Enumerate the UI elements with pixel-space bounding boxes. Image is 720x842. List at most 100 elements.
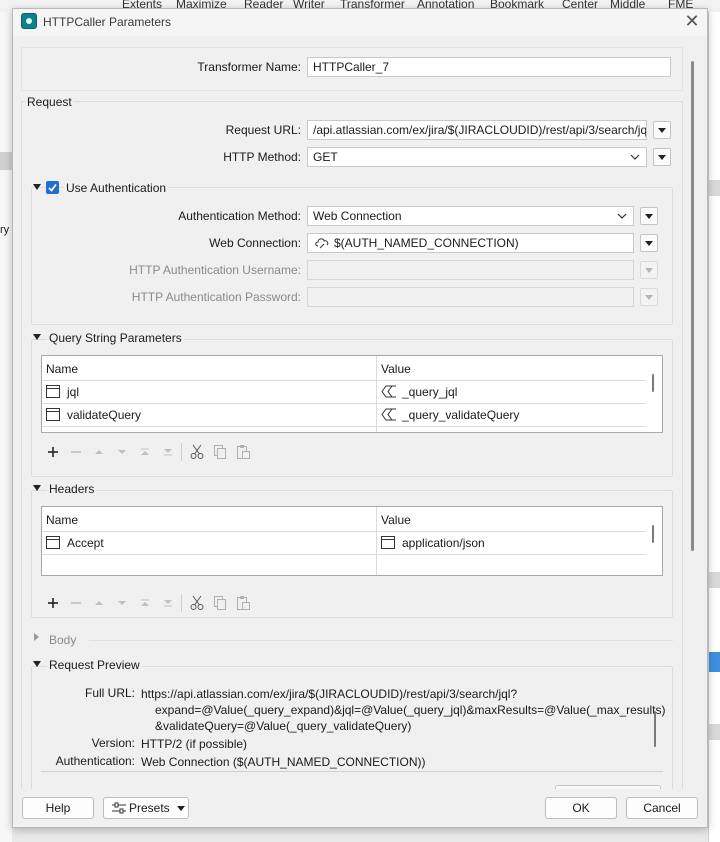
full-url-line-2: expand=@Value(_query_expand)&jql=@Value(… bbox=[155, 703, 666, 717]
fme-app-icon bbox=[21, 13, 37, 29]
headers-table[interactable]: Name Value Accept application/json bbox=[41, 506, 663, 576]
title-bar[interactable]: HTTPCaller Parameters ✕ bbox=[13, 9, 707, 36]
background-side-text: ry bbox=[0, 224, 10, 236]
row-divider bbox=[42, 403, 646, 404]
request-url-menu-button[interactable] bbox=[653, 121, 671, 139]
collapse-triangle-icon[interactable] bbox=[33, 485, 41, 491]
http-method-select[interactable]: GET bbox=[307, 147, 647, 167]
header-name[interactable]: Accept bbox=[67, 536, 104, 550]
full-url-line-3: &validateQuery=@Value(_query_validateQue… bbox=[155, 719, 412, 733]
web-connection-label: Web Connection: bbox=[209, 236, 301, 250]
move-bottom-icon[interactable] bbox=[160, 444, 176, 460]
background-left-panel: ry bbox=[0, 12, 12, 842]
httpcaller-parameters-dialog: HTTPCaller Parameters ✕ Transformer Name… bbox=[12, 8, 708, 828]
background-selection bbox=[709, 652, 720, 672]
help-button[interactable]: Help bbox=[22, 797, 94, 819]
attribute-value-icon bbox=[381, 408, 396, 421]
ok-button[interactable]: OK bbox=[545, 797, 617, 819]
http-auth-password-label: HTTP Authentication Password: bbox=[131, 290, 301, 304]
row-divider bbox=[42, 531, 646, 532]
use-authentication-label: Use Authentication bbox=[64, 181, 169, 195]
toolbar-separator bbox=[181, 594, 182, 612]
collapse-triangle-icon[interactable] bbox=[33, 184, 41, 190]
auth-method-value: Web Connection bbox=[313, 209, 402, 223]
move-top-icon[interactable] bbox=[137, 595, 153, 611]
http-auth-username-input bbox=[307, 260, 634, 280]
attribute-icon bbox=[46, 408, 60, 421]
transformer-name-input[interactable]: HTTPCaller_7 bbox=[307, 57, 671, 77]
body-section-title[interactable]: Body bbox=[49, 633, 76, 647]
request-url-input[interactable]: /api.atlassian.com/ex/jira/$(JIRACLOUDID… bbox=[307, 120, 647, 140]
collapse-triangle-icon[interactable] bbox=[33, 661, 41, 667]
paste-icon[interactable] bbox=[235, 595, 251, 611]
expand-triangle-icon[interactable] bbox=[34, 633, 39, 641]
auth-method-select[interactable]: Web Connection bbox=[307, 206, 634, 226]
remove-row-icon[interactable] bbox=[68, 595, 84, 611]
copy-icon[interactable] bbox=[212, 444, 228, 460]
request-section-title: Request bbox=[25, 95, 74, 109]
param-name[interactable]: jql bbox=[67, 385, 79, 399]
collapse-triangle-icon[interactable] bbox=[33, 334, 41, 340]
authentication-preview-label: Authentication: bbox=[55, 754, 135, 768]
sliders-icon bbox=[112, 802, 126, 814]
move-up-icon[interactable] bbox=[91, 444, 107, 460]
web-connection-menu-button[interactable] bbox=[640, 234, 658, 252]
presets-label: Presets bbox=[129, 801, 170, 815]
cancel-button[interactable]: Cancel bbox=[626, 797, 698, 819]
move-top-icon[interactable] bbox=[137, 444, 153, 460]
move-down-icon[interactable] bbox=[114, 595, 130, 611]
column-header-value[interactable]: Value bbox=[381, 513, 411, 527]
http-auth-password-input bbox=[307, 287, 634, 307]
background-block bbox=[709, 180, 720, 196]
add-row-icon[interactable] bbox=[45, 444, 61, 460]
column-header-value[interactable]: Value bbox=[381, 362, 411, 376]
column-divider bbox=[376, 507, 377, 575]
move-down-icon[interactable] bbox=[114, 444, 130, 460]
cut-icon[interactable] bbox=[189, 595, 205, 611]
http-auth-username-menu-button bbox=[640, 261, 658, 279]
version-label: Version: bbox=[91, 736, 135, 750]
move-up-icon[interactable] bbox=[91, 595, 107, 611]
param-value[interactable]: _query_jql bbox=[402, 385, 457, 399]
query-params-table[interactable]: Name Value jql _query_jql validateQuery … bbox=[41, 355, 663, 433]
auth-method-menu-button[interactable] bbox=[640, 207, 658, 225]
close-icon[interactable]: ✕ bbox=[683, 12, 701, 30]
row-divider bbox=[42, 426, 646, 427]
remove-row-icon[interactable] bbox=[68, 444, 84, 460]
request-url-label: Request URL: bbox=[225, 123, 301, 137]
presets-button[interactable]: Presets bbox=[103, 797, 189, 819]
dialog-title: HTTPCaller Parameters bbox=[43, 15, 172, 29]
web-connection-select[interactable]: $(AUTH_NAMED_CONNECTION) bbox=[307, 233, 634, 253]
param-name[interactable]: validateQuery bbox=[67, 408, 141, 422]
auth-method-label: Authentication Method: bbox=[178, 209, 301, 223]
toolbar-separator bbox=[181, 443, 182, 461]
checkmark-icon bbox=[48, 183, 57, 192]
background-block bbox=[709, 572, 720, 588]
body-divider bbox=[89, 640, 673, 641]
column-header-name[interactable]: Name bbox=[46, 362, 78, 376]
preview-scrollbar[interactable] bbox=[654, 711, 656, 747]
preview-action-button[interactable] bbox=[555, 785, 661, 789]
paste-icon[interactable] bbox=[235, 444, 251, 460]
http-method-value: GET bbox=[313, 150, 338, 164]
attribute-icon bbox=[381, 536, 395, 549]
web-connection-icon bbox=[315, 238, 329, 249]
header-value[interactable]: application/json bbox=[402, 536, 485, 550]
table-scrollbar[interactable] bbox=[652, 374, 654, 392]
move-bottom-icon[interactable] bbox=[160, 595, 176, 611]
param-value[interactable]: _query_validateQuery bbox=[402, 408, 519, 422]
http-method-label: HTTP Method: bbox=[223, 150, 301, 164]
copy-icon[interactable] bbox=[212, 595, 228, 611]
http-method-menu-button[interactable] bbox=[653, 148, 671, 166]
table-scrollbar[interactable] bbox=[652, 525, 654, 543]
column-header-name[interactable]: Name bbox=[46, 513, 78, 527]
authentication-preview-value: Web Connection ($(AUTH_NAMED_CONNECTION)… bbox=[141, 755, 426, 769]
headers-title: Headers bbox=[47, 482, 97, 496]
cut-icon[interactable] bbox=[189, 444, 205, 460]
dialog-scrollbar[interactable] bbox=[691, 61, 694, 551]
http-auth-username-label: HTTP Authentication Username: bbox=[129, 263, 301, 277]
caret-down-icon bbox=[177, 806, 185, 811]
row-divider bbox=[42, 380, 646, 381]
use-authentication-checkbox[interactable] bbox=[46, 181, 59, 194]
add-row-icon[interactable] bbox=[45, 595, 61, 611]
